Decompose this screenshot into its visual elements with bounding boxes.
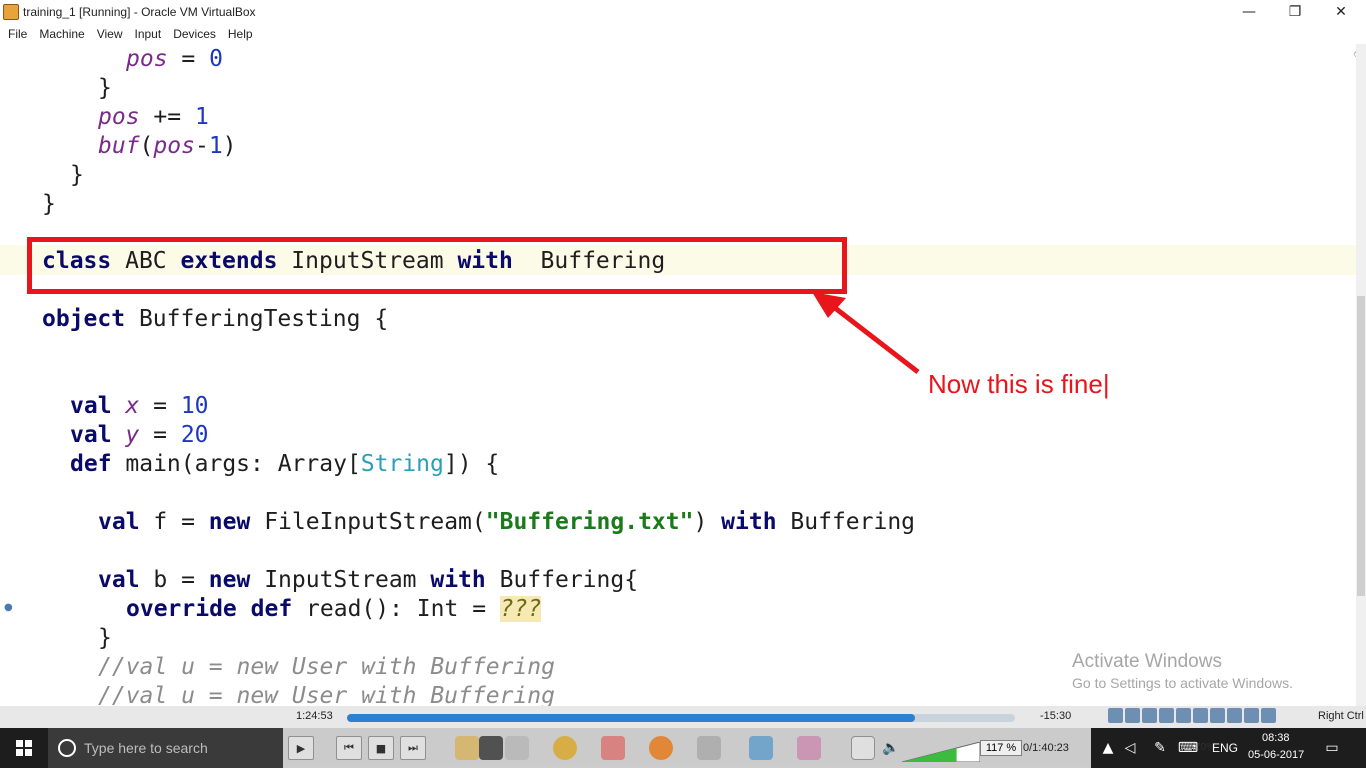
taskbar-search[interactable]: Type here to search — [48, 728, 283, 768]
firefox-icon[interactable] — [649, 736, 673, 760]
volume-slider[interactable] — [902, 742, 980, 762]
code-line: pos += 1 — [98, 104, 209, 130]
language-indicator[interactable]: ENG — [1212, 741, 1238, 755]
code-line-comment: //val u = new User with Buffering — [98, 683, 555, 706]
cd-icon[interactable] — [1125, 708, 1140, 723]
fit-width-icon[interactable] — [851, 736, 875, 760]
editor-scrollbar[interactable] — [1356, 44, 1366, 706]
keyboard-icon[interactable] — [1261, 708, 1276, 723]
volume-tray-icon[interactable]: ◁ — [1122, 740, 1138, 756]
shared-folder-icon[interactable] — [1176, 708, 1191, 723]
clock-time[interactable]: 08:38 — [1262, 732, 1290, 744]
vm-status-icons — [1108, 708, 1276, 723]
chrome-icon[interactable] — [553, 736, 577, 760]
play-button[interactable]: ▶ — [288, 736, 314, 760]
cortana-icon — [58, 739, 76, 757]
code-editor[interactable]: pos = 0 } pos += 1 buf(pos-1) } } class … — [0, 44, 1356, 706]
todo-highlight: ??? — [499, 596, 542, 622]
total-duration: 0/1:40:23 — [1023, 742, 1069, 754]
previous-button[interactable]: ⏮ — [336, 736, 362, 760]
code-line: } — [42, 191, 56, 217]
screenshot-icon[interactable] — [479, 736, 503, 760]
seek-progress — [347, 714, 915, 722]
seek-bar[interactable] — [347, 714, 1015, 722]
code-line: } — [98, 625, 112, 651]
virtualbox-icon — [3, 4, 19, 20]
scrollbar-thumb[interactable] — [1357, 296, 1365, 596]
code-line: def main(args: Array[String]) { — [70, 451, 500, 477]
taskbar: Type here to search ▶ ⏮ ■ ⏭ 70% 🔈 117 % … — [0, 728, 1366, 768]
menu-devices[interactable]: Devices — [173, 27, 216, 41]
code-line: val x = 10 — [70, 393, 209, 419]
menu-help[interactable]: Help — [228, 27, 253, 41]
cpu-icon[interactable] — [1227, 708, 1242, 723]
record-icon[interactable] — [1210, 708, 1225, 723]
settings-app-icon[interactable] — [797, 736, 821, 760]
code-line-comment: //val u = new User with Buffering — [98, 654, 555, 680]
window-title: training_1 [Running] - Oracle VM Virtual… — [23, 5, 256, 19]
virtualbox-taskbar-icon[interactable] — [697, 736, 721, 760]
skype-icon[interactable] — [749, 736, 773, 760]
activate-title: Activate Windows — [1072, 651, 1222, 672]
code-line: buf(pos-1) — [98, 133, 237, 159]
app-icon[interactable] — [601, 736, 625, 760]
mouse-integration-icon[interactable] — [1244, 708, 1259, 723]
close-button[interactable]: ✕ — [1318, 0, 1364, 24]
start-button[interactable] — [0, 728, 48, 768]
network-icon[interactable] — [1142, 708, 1157, 723]
elapsed-time: 1:24:53 — [296, 710, 333, 722]
code-line: object BufferingTesting { — [42, 306, 389, 332]
next-button[interactable]: ⏭ — [400, 736, 426, 760]
code-line: val b = new InputStream with Buffering{ — [98, 567, 639, 593]
display-icon[interactable] — [1193, 708, 1208, 723]
window-titlebar: training_1 [Running] - Oracle VM Virtual… — [0, 0, 1366, 24]
store-icon[interactable] — [505, 736, 529, 760]
menu-file[interactable]: File — [8, 27, 27, 41]
annotation-box — [27, 237, 847, 294]
code-line: } — [98, 75, 112, 101]
search-placeholder: Type here to search — [84, 740, 208, 756]
menu-view[interactable]: View — [97, 27, 123, 41]
usb-icon[interactable] — [1159, 708, 1174, 723]
hdd-icon[interactable] — [1108, 708, 1123, 723]
activate-windows-watermark: Activate Windows Go to Settings to activ… — [1072, 651, 1293, 691]
code-line: } — [70, 162, 84, 188]
code-line: pos = 0 — [126, 46, 223, 72]
stop-button[interactable]: ■ — [368, 736, 394, 760]
file-explorer-icon[interactable] — [455, 736, 479, 760]
menu-machine[interactable]: Machine — [39, 27, 84, 41]
code-line: val f = new FileInputStream("Buffering.t… — [98, 509, 916, 535]
windows-logo-icon — [16, 740, 32, 756]
activate-subtitle: Go to Settings to activate Windows. — [1072, 675, 1293, 691]
maximize-button[interactable]: ❐ — [1272, 0, 1318, 24]
code-line: val y = 20 — [70, 422, 209, 448]
zoom-field[interactable]: 117 % — [980, 740, 1022, 756]
video-player-bar: 1:24:53 -15:30 Right Ctrl — [0, 706, 1366, 728]
keyboard-tray-icon[interactable]: ⌨ — [1178, 740, 1198, 756]
network-tray-icon[interactable]: ▲ — [1100, 740, 1116, 756]
notifications-icon[interactable]: ▭ — [1324, 740, 1340, 756]
remaining-time: -15:30 — [1040, 710, 1072, 722]
speaker-icon[interactable]: 🔈 — [882, 740, 899, 756]
breakpoint-marker-icon[interactable]: ● — [4, 602, 13, 613]
code-line: override def read(): Int = ??? — [126, 596, 542, 622]
minimize-button[interactable]: — — [1226, 0, 1272, 24]
clock-date[interactable]: 05-06-2017 — [1248, 749, 1304, 761]
pen-icon[interactable]: ✎ — [1152, 740, 1168, 756]
menu-input[interactable]: Input — [135, 27, 162, 41]
host-key-label: Right Ctrl — [1318, 710, 1364, 722]
menu-bar: File Machine View Input Devices Help — [0, 24, 1366, 44]
annotation-note: Now this is fine| — [928, 369, 1110, 399]
